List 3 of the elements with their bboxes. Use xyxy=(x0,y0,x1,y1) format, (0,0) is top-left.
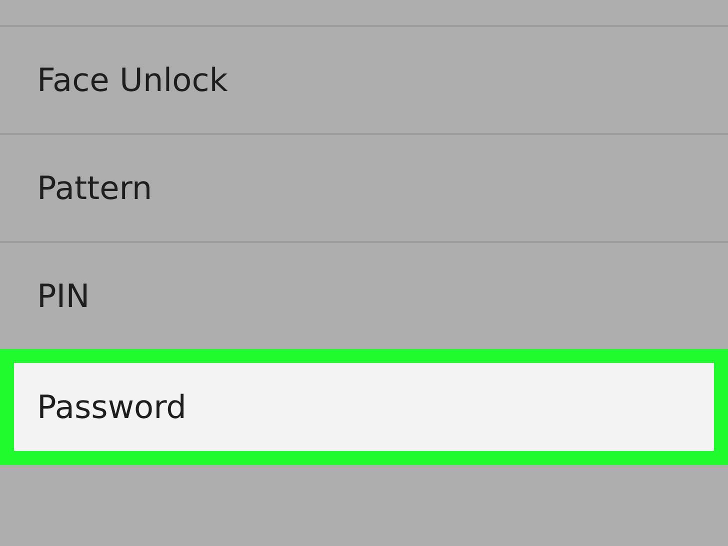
lock-option[interactable]: Password xyxy=(0,349,728,465)
lock-option[interactable]: Face Unlock xyxy=(0,27,728,135)
lock-option[interactable]: Pattern xyxy=(0,135,728,243)
